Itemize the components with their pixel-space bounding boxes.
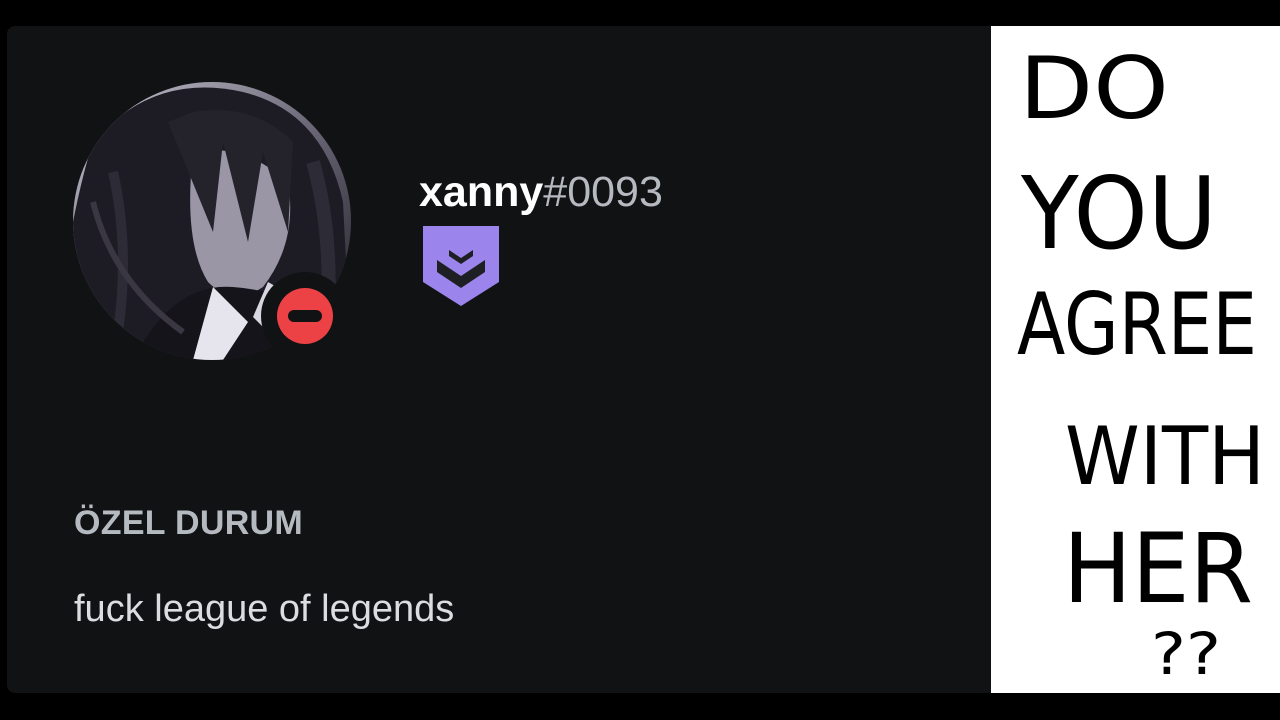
- avatar-container[interactable]: [73, 82, 351, 360]
- meme-line-2: YOU: [1020, 155, 1217, 272]
- do-not-disturb-icon: [277, 288, 333, 344]
- meme-caption-panel: DO YOU AGREE WITH HER ??: [991, 26, 1280, 693]
- profile-card: xanny#0093 ÖZEL DURUM fuck league of leg…: [7, 26, 991, 693]
- custom-status-text: fuck league of legends: [74, 588, 455, 630]
- status-indicator: [261, 272, 349, 360]
- video-frame: xanny#0093 ÖZEL DURUM fuck league of leg…: [0, 0, 1280, 720]
- username: xanny: [419, 168, 544, 216]
- meme-line-5: HER: [1063, 513, 1253, 625]
- meme-line-1: DO: [1019, 39, 1169, 139]
- custom-status-heading: ÖZEL DURUM: [74, 504, 304, 542]
- meme-line-6: ??: [1151, 620, 1221, 688]
- meme-line-4: WITH: [1065, 410, 1265, 503]
- meme-line-3: AGREE: [1017, 275, 1257, 375]
- user-tag[interactable]: xanny#0093: [419, 166, 663, 218]
- discriminator: #0093: [543, 168, 663, 216]
- hypesquad-chevron-badge-icon[interactable]: [421, 224, 501, 308]
